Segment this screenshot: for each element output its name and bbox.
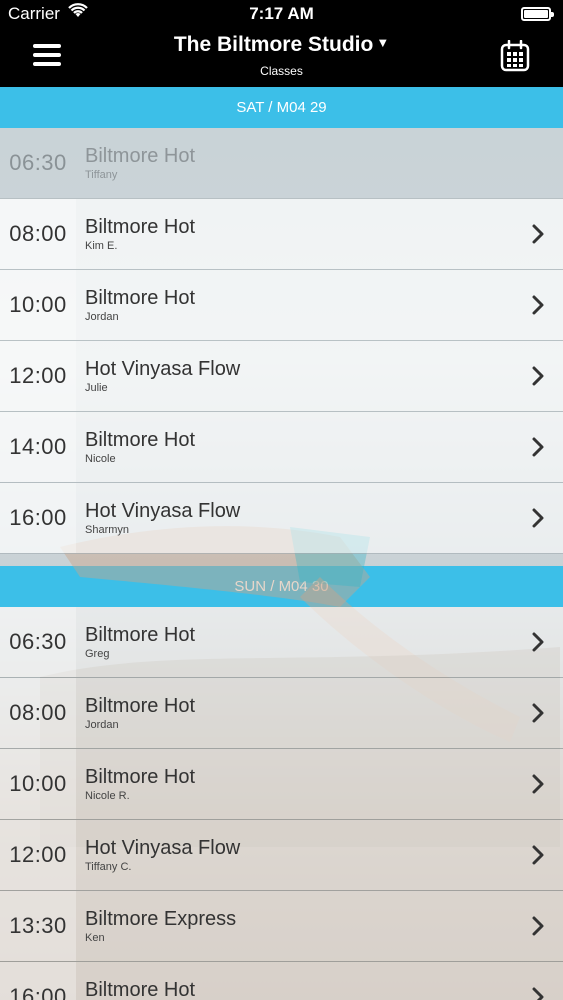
class-time: 06:30 [0, 128, 76, 198]
class-name: Biltmore Hot [85, 429, 196, 451]
class-time: 16:00 [0, 962, 76, 1000]
calendar-icon[interactable] [500, 40, 530, 72]
day-section: SUN / M04 30 06:30 Biltmore Hot Greg 08:… [0, 566, 563, 1000]
class-row[interactable]: 12:00 Hot Vinyasa Flow Tiffany C. [0, 820, 563, 891]
chevron-right-icon [532, 224, 544, 244]
date-header: SAT / M04 29 [0, 87, 563, 128]
day-section: SAT / M04 29 06:30 Biltmore Hot Tiffany … [0, 87, 563, 554]
class-time: 12:00 [0, 820, 76, 890]
class-row[interactable]: 06:30 Biltmore Hot Greg [0, 607, 563, 678]
class-row[interactable]: 12:00 Hot Vinyasa Flow Julie [0, 341, 563, 412]
date-header: SUN / M04 30 [0, 566, 563, 607]
page-subtitle: Classes [260, 64, 303, 78]
status-time: 7:17 AM [249, 4, 314, 23]
chevron-right-icon [532, 987, 544, 1000]
class-time: 10:00 [0, 270, 76, 340]
class-time: 12:00 [0, 341, 76, 411]
battery-icon [521, 7, 554, 21]
class-row[interactable]: 06:30 Biltmore Hot Tiffany [0, 128, 563, 199]
class-time: 16:00 [0, 483, 76, 553]
chevron-right-icon [532, 774, 544, 794]
class-instructor: Greg [85, 648, 110, 660]
chevron-right-icon [532, 366, 544, 386]
class-row[interactable]: 08:00 Biltmore Hot Kim E. [0, 199, 563, 270]
class-instructor: Nicole [85, 453, 116, 465]
chevron-right-icon [532, 295, 544, 315]
class-name: Biltmore Hot [85, 695, 196, 717]
class-instructor: Kim E. [85, 240, 118, 252]
class-row[interactable]: 10:00 Biltmore Hot Nicole R. [0, 749, 563, 820]
class-time: 08:00 [0, 678, 76, 748]
nav-bar: The Biltmore Studio ▼ Classes [0, 28, 563, 87]
class-instructor: Ken [85, 932, 105, 944]
class-row[interactable]: 08:00 Biltmore Hot Jordan [0, 678, 563, 749]
class-time: 14:00 [0, 412, 76, 482]
class-time: 08:00 [0, 199, 76, 269]
class-name: Hot Vinyasa Flow [85, 500, 241, 522]
class-name: Biltmore Hot [85, 145, 196, 167]
class-instructor: Jordan [85, 311, 119, 323]
chevron-right-icon [532, 845, 544, 865]
class-row[interactable]: 13:30 Biltmore Express Ken [0, 891, 563, 962]
class-name: Biltmore Hot [85, 624, 196, 646]
class-name: Biltmore Hot [85, 979, 196, 1000]
class-row[interactable]: 10:00 Biltmore Hot Jordan [0, 270, 563, 341]
class-instructor: Nicole R. [85, 790, 130, 802]
studio-selector[interactable]: The Biltmore Studio ▼ [0, 33, 563, 57]
class-row[interactable]: 16:00 Biltmore Hot [0, 962, 563, 1000]
class-instructor: Julie [85, 382, 108, 394]
class-name: Biltmore Express [85, 908, 237, 930]
class-name: Hot Vinyasa Flow [85, 837, 241, 859]
chevron-right-icon [532, 632, 544, 652]
class-instructor: Jordan [85, 719, 119, 731]
class-row[interactable]: 16:00 Hot Vinyasa Flow Sharmyn [0, 483, 563, 554]
class-instructor: Sharmyn [85, 524, 130, 536]
class-time: 06:30 [0, 607, 76, 677]
status-bar: Carrier 7:17 AM [0, 0, 563, 28]
chevron-right-icon [532, 437, 544, 457]
class-list[interactable]: SAT / M04 29 06:30 Biltmore Hot Tiffany … [0, 87, 563, 1000]
class-instructor: Tiffany [85, 169, 118, 181]
studio-title: The Biltmore Studio [173, 33, 374, 56]
class-instructor: Tiffany C. [85, 861, 132, 873]
chevron-right-icon [532, 916, 544, 936]
class-name: Biltmore Hot [85, 766, 196, 788]
class-name: Biltmore Hot [85, 216, 196, 238]
class-name: Hot Vinyasa Flow [85, 358, 241, 380]
caret-down-icon: ▼ [376, 35, 390, 50]
class-time: 10:00 [0, 749, 76, 819]
chevron-right-icon [532, 703, 544, 723]
class-name: Biltmore Hot [85, 287, 196, 309]
chevron-right-icon [532, 508, 544, 528]
class-time: 13:30 [0, 891, 76, 961]
class-row[interactable]: 14:00 Biltmore Hot Nicole [0, 412, 563, 483]
